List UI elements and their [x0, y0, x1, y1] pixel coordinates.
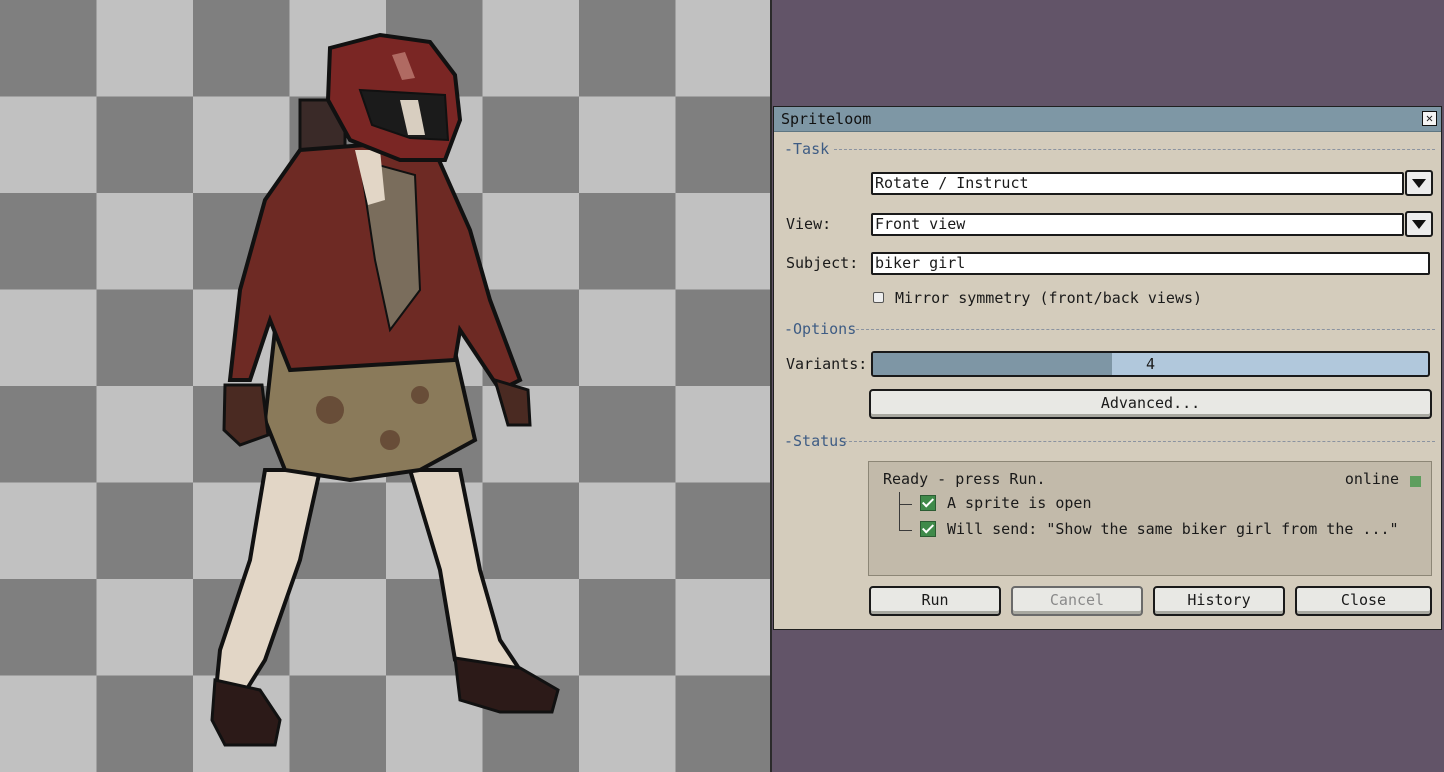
check-icon	[920, 495, 936, 511]
options-section-label: -Options	[784, 320, 857, 338]
close-button[interactable]: Close	[1295, 586, 1432, 616]
history-button[interactable]: History	[1153, 586, 1285, 616]
check-will-send: Will send: "Show the same biker girl fro…	[947, 520, 1399, 538]
variants-value: 4	[1145, 355, 1156, 373]
spriteloom-dialog: Spriteloom ✕ -Task Rotate / Instruct Vie…	[773, 106, 1442, 630]
section-divider	[856, 329, 1435, 330]
check-sprite-open: A sprite is open	[947, 494, 1092, 512]
options-section-header: -Options	[784, 320, 1435, 338]
view-label: View:	[786, 215, 832, 233]
subject-label: Subject:	[786, 254, 859, 272]
mirror-symmetry-label: Mirror symmetry (front/back views)	[895, 289, 1203, 307]
task-mode-select[interactable]: Rotate / Instruct	[871, 172, 1404, 195]
status-section-label: -Status	[784, 432, 848, 450]
advanced-button[interactable]: Advanced...	[869, 389, 1432, 419]
status-panel: Ready - press Run. online A sprite is op…	[868, 461, 1432, 576]
sprite-canvas[interactable]	[0, 0, 772, 772]
check-icon	[920, 521, 936, 537]
variants-label: Variants:	[786, 355, 868, 373]
online-indicator-icon	[1410, 476, 1421, 487]
close-icon[interactable]: ✕	[1422, 111, 1437, 126]
title-bar[interactable]: Spriteloom ✕	[774, 107, 1441, 132]
status-section-header: -Status	[784, 432, 1435, 450]
variants-slider[interactable]: 4	[871, 351, 1430, 377]
chevron-down-icon[interactable]	[1405, 170, 1433, 196]
status-message: Ready - press Run.	[883, 470, 1046, 488]
sprite-image	[210, 32, 560, 747]
section-divider	[834, 149, 1435, 150]
connection-status: online	[1344, 470, 1399, 488]
chevron-down-icon[interactable]	[1405, 211, 1433, 237]
cancel-button[interactable]: Cancel	[1011, 586, 1143, 616]
subject-input[interactable]: biker girl	[871, 252, 1430, 275]
task-section-label: -Task	[784, 140, 830, 158]
dialog-title: Spriteloom	[781, 110, 872, 128]
task-section-header: -Task	[784, 140, 1435, 158]
view-select[interactable]: Front view	[871, 213, 1404, 236]
section-divider	[844, 441, 1435, 442]
mirror-symmetry-checkbox[interactable]	[873, 292, 884, 303]
run-button[interactable]: Run	[869, 586, 1001, 616]
tree-connector	[899, 504, 912, 531]
